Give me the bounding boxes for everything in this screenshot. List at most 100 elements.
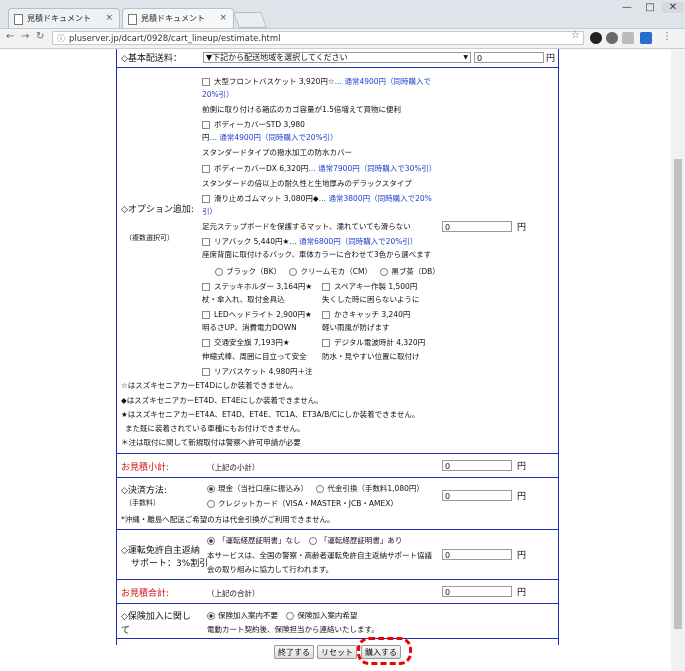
extension-off-icon[interactable]	[606, 32, 618, 44]
option-spare-key[interactable]: スペアキー作製 1,500円	[322, 281, 417, 292]
checkbox[interactable]	[202, 165, 210, 173]
option-desc: 軽い雨風が防げます	[322, 323, 390, 332]
option-led-light[interactable]: LEDヘッドライト 2,900円★	[202, 309, 312, 320]
note-line: ◆はスズキセニアカーET4D、ET4Eにしか装着できません。	[121, 396, 323, 405]
subtotal-label: お見積小計:	[121, 463, 170, 473]
option-stick-holder[interactable]: ステッキホルダー 3,164円★	[202, 281, 312, 292]
option-name: リアバック 5,440円★	[214, 237, 290, 246]
shipping-region-select[interactable]: ▼下記から配送地域を選択してください ▼	[203, 52, 471, 63]
extension-icon[interactable]	[590, 32, 602, 44]
options-label: ◇オプション追加:	[121, 205, 194, 215]
payment-label: ◇決済方法:	[121, 486, 167, 496]
license-options: 「運転経歴証明書」なし 「運転経歴証明書」あり	[207, 535, 402, 546]
info-icon: ⓘ	[57, 34, 65, 43]
yen-unit: 円	[546, 54, 556, 64]
scrollbar-thumb[interactable]	[674, 159, 682, 629]
payment-card-radio[interactable]: クレジットカード（VISA・MASTER・JCB・AMEX）	[207, 498, 398, 509]
insurance-none-radio[interactable]: 保険加入案内不要	[207, 611, 278, 620]
menu-icon[interactable]: ⋮	[662, 31, 672, 42]
option-item[interactable]: リアバック 5,440円★… 通常6800円（同時購入で20%引）	[202, 235, 440, 248]
tab-estimate-2[interactable]: 見積ドキュメント ×	[122, 8, 234, 28]
download-icon[interactable]	[640, 32, 652, 44]
option-price: … 通常6800円（同時購入で20%引）	[289, 237, 418, 246]
maximize-button[interactable]: □	[639, 2, 661, 13]
payment-cash-radio[interactable]: 現金（当社口座に振込み）	[207, 484, 308, 493]
option-desc: 伸縮式棒、周囲に目立って安全	[202, 352, 307, 361]
document-icon	[14, 14, 23, 25]
subtotal-input[interactable]: 0	[442, 460, 512, 471]
license-yes-radio[interactable]: 「運転経歴証明書」あり	[308, 536, 402, 545]
license-none-radio[interactable]: 「運転経歴証明書」なし	[207, 536, 301, 545]
reload-icon[interactable]: ↻	[36, 31, 44, 42]
page-viewport: ◇基本配送料： ▼下記から配送地域を選択してください ▼ 0 円 ◇オプション追…	[0, 49, 671, 671]
close-window-button[interactable]: ✕	[662, 2, 684, 13]
divider	[117, 477, 558, 478]
checkbox[interactable]	[202, 238, 210, 246]
option-desc: スタンダードの倍以上の耐久性と生地厚みのデラックスタイプ	[202, 179, 412, 188]
option-item[interactable]: 滑り止めゴムマット 3,080円◆… 通常3800円（同時購入で20%引）	[202, 192, 440, 218]
document-icon	[128, 14, 137, 25]
tab-close-icon[interactable]: ×	[105, 9, 113, 28]
forward-icon[interactable]: →	[21, 31, 29, 42]
insurance-label: ◇保険加入に関し	[121, 612, 191, 622]
checkbox[interactable]	[202, 121, 210, 129]
estimate-form: ◇基本配送料： ▼下記から配送地域を選択してください ▼ 0 円 ◇オプション追…	[116, 49, 559, 645]
url-bar[interactable]: ⓘ pluserver.jp/dcart/0928/cart_lineup/es…	[52, 31, 584, 45]
color-db-radio[interactable]: 黒ブ茶（DB）	[380, 267, 440, 276]
subtotal-sub: （上記の小計）	[207, 463, 260, 472]
option-safety-flag[interactable]: 交通安全旗 7,193円★	[202, 337, 290, 348]
reset-button[interactable]: リセット	[317, 645, 357, 659]
divider	[117, 453, 558, 454]
tab-title: 見積ドキュメント	[141, 14, 205, 23]
total-label: お見積合計:	[121, 589, 170, 599]
url-text: pluserver.jp/dcart/0928/cart_lineup/esti…	[69, 34, 281, 44]
options-sublabel: （複数選択可）	[125, 234, 174, 242]
color-cm-radio[interactable]: クリームモカ（CM）	[289, 267, 372, 276]
option-desc: スタンダードタイプの撥水加工の防水カバー	[202, 148, 352, 157]
yen-unit: 円	[517, 551, 527, 561]
insurance-options: 保険加入案内不要 保険加入案内希望	[207, 610, 357, 621]
insurance-want-radio[interactable]: 保険加入案内希望	[286, 611, 357, 620]
address-toolbar: ← → ↻ ⓘ pluserver.jp/dcart/0928/cart_lin…	[0, 29, 685, 49]
yen-unit: 円	[517, 588, 527, 598]
scrollbar[interactable]	[671, 49, 685, 671]
license-discount-input[interactable]: 0	[442, 549, 512, 560]
option-item[interactable]: ボディーカバーDX 6,320円… 通常7900円（同時購入で30%引）	[202, 162, 440, 175]
yen-unit: 円	[517, 492, 527, 502]
payment-cod-radio[interactable]: 代金引換（手数料1,080円）	[316, 484, 424, 493]
option-umbrella-catch[interactable]: かさキャッチ 3,240円	[322, 309, 410, 320]
select-value: ▼下記から配送地域を選択してください	[206, 53, 348, 62]
option-desc: 防水・見やすい位置に取付け	[322, 352, 420, 361]
tab-estimate-1[interactable]: 見積ドキュメント ×	[8, 8, 120, 28]
shipping-amount-input[interactable]: 0	[474, 52, 544, 63]
minimize-button[interactable]: —	[616, 2, 638, 13]
color-bk-radio[interactable]: ブラック（BK）	[215, 267, 281, 276]
license-label-2: サポート：3%割引	[131, 559, 209, 569]
option-desc: 失くした時に困らないように	[322, 295, 420, 304]
new-tab-button[interactable]	[233, 12, 267, 28]
option-name: 滑り止めゴムマット 3,080円◆	[214, 194, 319, 203]
option-item[interactable]: 大型フロントバスケット 3,920円☆… 通常4900円（同時購入で20%引）	[202, 75, 440, 101]
option-item[interactable]: ボディーカバーSTD 3,980円… 通常4900円（同時購入で20%引）	[202, 118, 440, 144]
payment-options-row1: 現金（当社口座に振込み） 代金引換（手数料1,080円）	[207, 483, 424, 494]
option-rear-basket[interactable]: リアバスケット 4,980円＋注	[202, 366, 313, 377]
bookmark-star-icon[interactable]: ☆	[571, 30, 580, 41]
checkbox[interactable]	[202, 78, 210, 86]
tab-close-icon[interactable]: ×	[219, 9, 227, 28]
payment-fee-input[interactable]: 0	[442, 490, 512, 501]
checkbox[interactable]	[202, 195, 210, 203]
option-radio-clock[interactable]: デジタル電波時計 4,320円	[322, 337, 425, 348]
back-icon[interactable]: ←	[6, 31, 14, 42]
extension-grey-icon[interactable]	[622, 32, 634, 44]
note-line: ＊注は取付に関して新規取付は警察へ許可申請が必要	[121, 438, 301, 447]
payment-note: *沖縄・離島へ配送ご希望の方は代金引換がご利用できません。	[121, 515, 335, 524]
divider	[117, 603, 558, 604]
option-name: 大型フロントバスケット 3,920円☆	[214, 77, 335, 86]
options-amount-input[interactable]: 0	[442, 221, 512, 232]
total-input[interactable]: 0	[442, 586, 512, 597]
option-price: … 通常4900円（同時購入で20%引）	[209, 133, 338, 142]
option-price: … 通常7900円（同時購入で30%引）	[308, 164, 437, 173]
tab-title: 見積ドキュメント	[27, 14, 91, 23]
browser-tabstrip: 見積ドキュメント × 見積ドキュメント × — □ ✕	[0, 0, 685, 29]
end-button[interactable]: 終了する	[274, 645, 314, 659]
